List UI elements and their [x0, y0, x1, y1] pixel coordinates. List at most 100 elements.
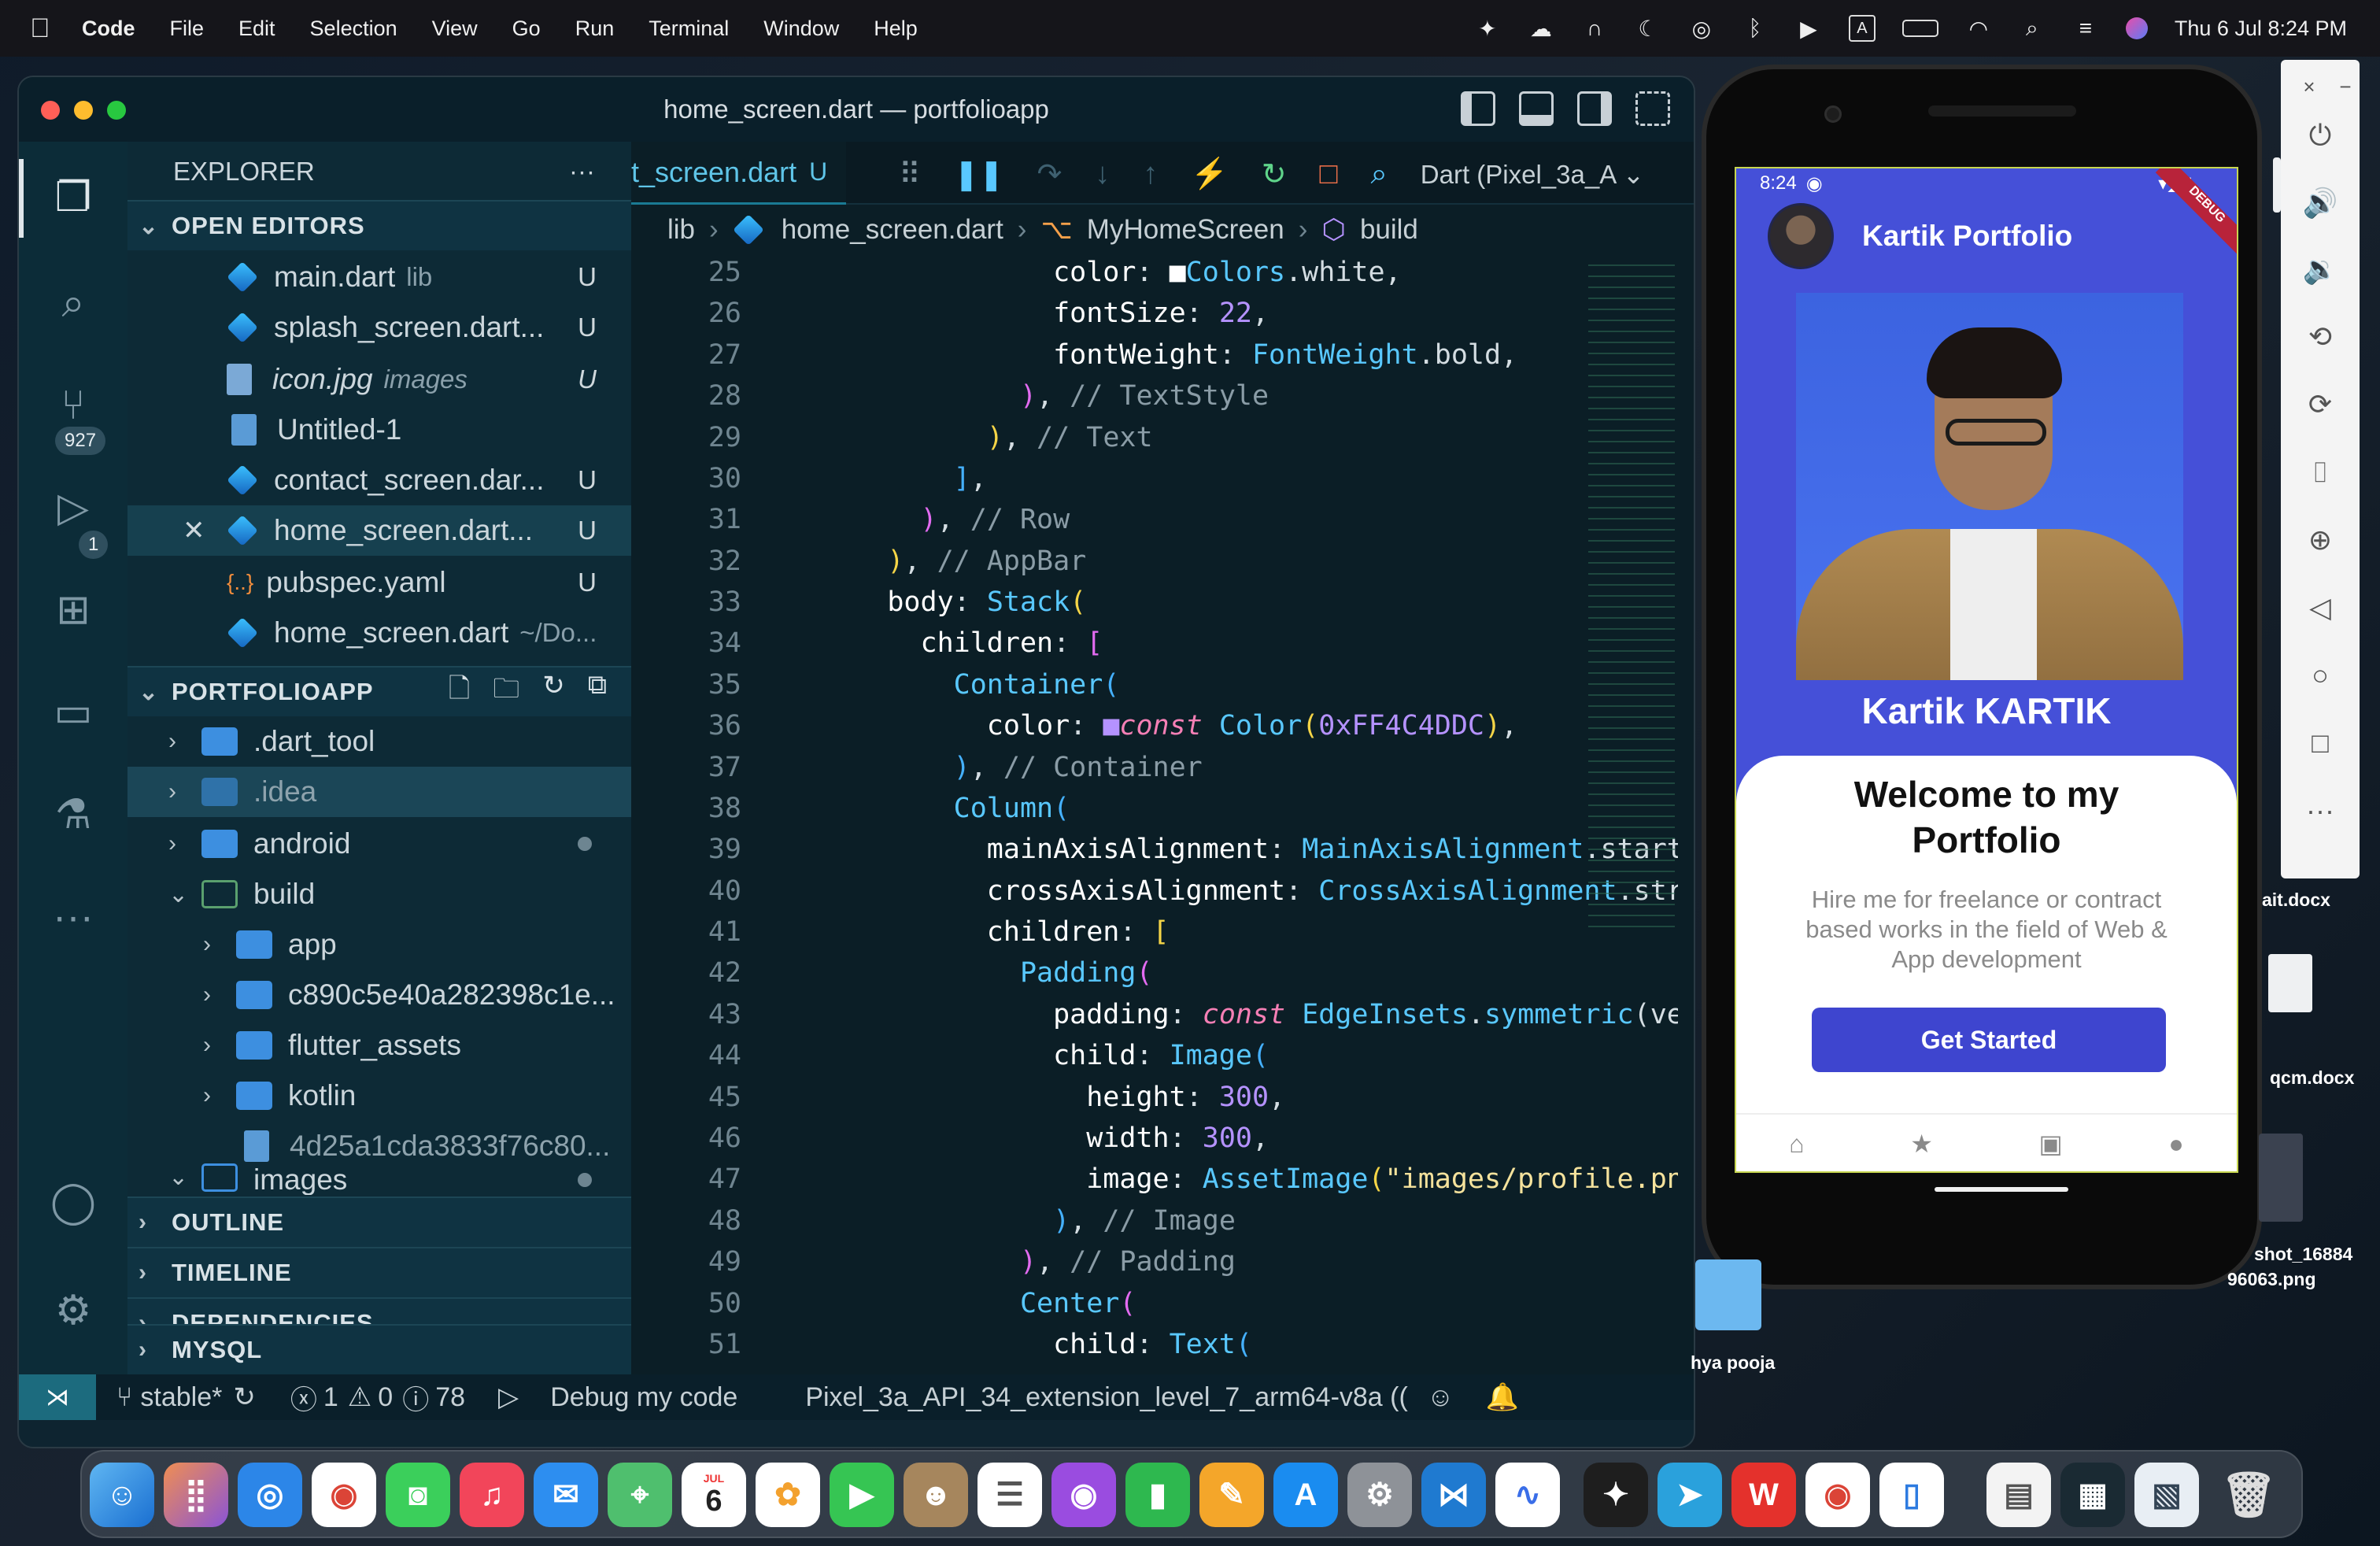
warning-count[interactable]: 0 [378, 1382, 393, 1413]
toggle-panel-icon[interactable] [1519, 91, 1554, 126]
sync-icon[interactable]: ↻ [233, 1381, 256, 1413]
play-icon[interactable]: ▶ [1795, 15, 1822, 42]
menu-window[interactable]: Window [763, 17, 839, 41]
rotate-right-icon[interactable]: ⟳ [2303, 387, 2338, 422]
tree-item-kotlin[interactable]: › kotlin [128, 1071, 631, 1121]
open-editor-home-external[interactable]: home_screen.dart ~/Do... [128, 608, 631, 658]
desktop-docx-thumb[interactable] [2268, 954, 2312, 1012]
vscode-icon[interactable]: ⋈ [1421, 1463, 1486, 1527]
power-icon[interactable]: ⏻ [2303, 118, 2338, 153]
music-icon[interactable]: ♫ [460, 1463, 524, 1527]
calendar-icon[interactable]: JUL 6 [682, 1463, 746, 1527]
code-line[interactable]: Padding( [804, 957, 1153, 989]
menu-view[interactable]: View [432, 17, 478, 41]
tree-item-hash-folder[interactable]: › c890c5e40a282398c1e... [128, 970, 631, 1020]
tree-item-app[interactable]: › app [128, 919, 631, 970]
toggle-secondary-sidebar-icon[interactable] [1577, 91, 1612, 126]
emulator-close-icon[interactable]: × [2292, 69, 2326, 104]
code-line[interactable]: children: [ [804, 627, 1103, 659]
open-editor-contact[interactable]: contact_screen.dar... U [128, 455, 631, 505]
code-line[interactable]: ), // AppBar [804, 546, 1086, 577]
launchpad-icon[interactable]: ⣿ [164, 1463, 228, 1527]
search-icon[interactable]: ⌕ [2019, 15, 2046, 42]
breadcrumb-file[interactable]: home_screen.dart [782, 214, 1003, 246]
devtools-icon[interactable]: ⌕ [1371, 157, 1388, 191]
branch-name[interactable]: stable* [140, 1382, 222, 1413]
nav-home-icon[interactable]: ⌂ [1789, 1130, 1804, 1159]
headphones-icon[interactable]: ∩ [1581, 15, 1608, 42]
explorer-icon[interactable]: ❐ [46, 170, 101, 225]
code-line[interactable]: color: ■Colors.white, [804, 257, 1402, 288]
minimize-window-button[interactable] [74, 101, 93, 120]
maximize-window-button[interactable] [107, 101, 126, 120]
device-label[interactable]: Pixel_3a_API_34_extension_level_7_arm64-… [805, 1382, 1407, 1413]
home-circle-icon[interactable]: ○ [2303, 658, 2338, 693]
code-line[interactable]: padding: const EdgeInsets.symmetric(ve [804, 999, 1678, 1030]
input-source-icon[interactable]: A [1848, 15, 1876, 42]
figma-icon[interactable]: ✦ [1584, 1463, 1648, 1527]
focus-moon-icon[interactable]: ☾ [1635, 15, 1661, 42]
new-file-icon[interactable]: 🗋 [449, 670, 471, 715]
code-line[interactable]: "Kartik KARTIK" [804, 1370, 1335, 1373]
remote-explorer-icon[interactable]: ▭ [46, 685, 101, 740]
figma-icon[interactable]: ✦ [1474, 15, 1501, 42]
tree-item-dart-tool[interactable]: › .dart_tool [128, 716, 631, 767]
wifi-icon[interactable]: ◠ [1965, 15, 1992, 42]
get-started-button[interactable]: Get Started [1812, 1008, 2166, 1072]
debug-config-select[interactable]: Dart (Pixel_3a_A ⌄ [1421, 159, 1644, 190]
code-line[interactable]: Column( [804, 793, 1070, 824]
volume-up-icon[interactable]: 🔊 [2303, 186, 2338, 220]
tree-item-flutter-assets[interactable]: › flutter_assets [128, 1020, 631, 1071]
code-line[interactable]: crossAxisAlignment: CrossAxisAlignment.s… [804, 875, 1678, 907]
menu-edit[interactable]: Edit [238, 17, 275, 41]
screenshot-camera-icon[interactable]: ⌷ [2303, 455, 2338, 490]
desktop-file-label[interactable]: shot_16884 [2254, 1244, 2352, 1265]
code-line[interactable]: color: ■const Color(0xFF4C4DDC), [804, 710, 1517, 742]
code-line[interactable]: mainAxisAlignment: MainAxisAlignment.sta… [804, 834, 1678, 865]
system-settings-icon[interactable]: ⚙ [1347, 1463, 1412, 1527]
volume-down-icon[interactable]: 🔉 [2303, 252, 2338, 287]
collapse-all-icon[interactable]: ⧉ [588, 670, 608, 715]
menu-app-name[interactable]: Code [82, 17, 135, 41]
numbers-icon[interactable]: ▮ [1125, 1463, 1190, 1527]
close-window-button[interactable] [41, 101, 60, 120]
minimap[interactable] [1588, 260, 1675, 937]
restart-icon[interactable]: ↻ [1262, 157, 1287, 192]
code-line[interactable]: ), // Padding [804, 1246, 1236, 1278]
back-icon[interactable]: ◁ [2303, 590, 2338, 625]
branch-icon[interactable]: ⑂ [116, 1382, 132, 1413]
code-line[interactable]: width: 300, [804, 1123, 1269, 1154]
breadcrumb-lib[interactable]: lib [667, 214, 695, 246]
refresh-icon[interactable]: ↻ [542, 670, 566, 715]
customize-layout-icon[interactable] [1635, 91, 1670, 126]
tree-item-images[interactable]: ⌄ images [128, 1163, 631, 1195]
notifications-bell-icon[interactable]: 🔔 [1486, 1381, 1519, 1413]
menu-help[interactable]: Help [874, 17, 918, 41]
menu-terminal[interactable]: Terminal [649, 17, 729, 41]
code-line[interactable]: image: AssetImage("images/profile.pn [804, 1163, 1678, 1195]
explorer-more-icon[interactable]: ··· [569, 157, 595, 187]
messages-icon[interactable]: ◙ [386, 1463, 450, 1527]
chrome-second-icon[interactable]: ◉ [1805, 1463, 1870, 1527]
tree-item-build[interactable]: ⌄ build [128, 869, 631, 919]
open-editor-home-active[interactable]: ✕ home_screen.dart... U [128, 505, 631, 556]
code-editor[interactable]: 25 26 27 28 29 30 31 32 33 34 35 36 37 3… [631, 255, 1678, 1373]
menu-file[interactable]: File [170, 17, 205, 41]
hot-reload-icon[interactable]: ⚡ [1191, 157, 1228, 191]
code-line[interactable]: child: Text( [804, 1329, 1252, 1360]
info-count[interactable]: 78 [435, 1382, 465, 1413]
error-count[interactable]: 1 [323, 1382, 338, 1413]
open-editor-icon-jpg[interactable]: icon.jpg images U [128, 354, 631, 405]
menu-clock[interactable]: Thu 6 Jul 8:24 PM [2175, 17, 2347, 41]
desktop-folder-icon[interactable] [1695, 1259, 1761, 1330]
more-views-icon[interactable]: ··· [46, 890, 101, 945]
desktop-file-label[interactable]: qcm.docx [2270, 1067, 2354, 1089]
outline-section[interactable]: › OUTLINE [128, 1196, 631, 1247]
code-line[interactable]: child: Image( [804, 1040, 1269, 1071]
toggle-sidebar-icon[interactable] [1461, 91, 1495, 126]
error-icon[interactable]: ⓧ [290, 1378, 317, 1417]
open-editor-main[interactable]: main.dart lib U [128, 252, 631, 302]
pause-icon[interactable]: ❚❚ [954, 157, 1004, 192]
mail-icon[interactable]: ✉ [534, 1463, 598, 1527]
code-line[interactable]: ), // Text [804, 422, 1153, 453]
